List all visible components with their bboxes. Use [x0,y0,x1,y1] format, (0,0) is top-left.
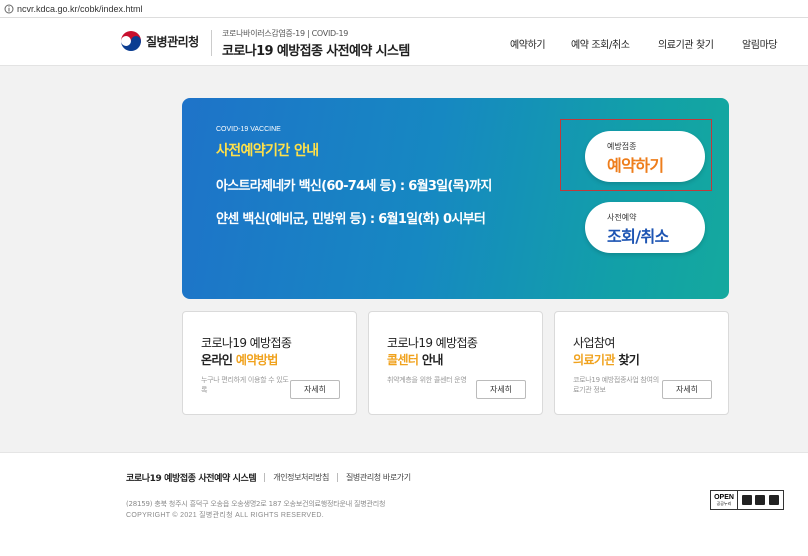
query-button-label: 조회/취소 [607,227,669,246]
kogl-marks [738,491,783,509]
reserve-button[interactable]: 예방접종 예약하기 [585,131,705,182]
card-title-highlight: 의료기관 [573,353,615,367]
card-title-tail: 안내 [418,353,444,367]
card-detail-button[interactable]: 자세히 [290,380,340,399]
privacy-policy-link[interactable]: 개인정보처리방침 [273,472,329,483]
card-description: 코로나19 예방접종사업 참여의료기관 정보 [573,376,659,394]
system-subtitle: 코로나바이러스감염증-19 | COVID-19 [222,29,349,38]
footer-divider [264,473,266,482]
card-online-reservation: 코로나19 예방접종 온라인 예약방법 누구나 편리하게 이용할 수 있도록 자… [182,311,357,415]
query-cancel-button[interactable]: 사전예약 조회/취소 [585,202,705,253]
card-title-line2: 온라인 예약방법 [201,351,278,368]
nav-reserve[interactable]: 예약하기 [510,36,546,51]
no-derivatives-icon [769,495,780,505]
nav-query-cancel[interactable]: 예약 조회/취소 [571,36,630,51]
footer-system-name: 코로나19 예방접종 사전예약 시스템 [126,474,257,484]
card-title-line1: 코로나19 예방접종 [387,336,478,350]
banner-eyebrow: COVID-19 VACCINE [216,126,281,133]
card-title-bold: 온라인 [201,353,236,367]
reserve-button-sub: 예방접종 [607,142,637,151]
footer-links: 코로나19 예방접종 사전예약 시스템 개인정보처리방침 질병관리청 바로가기 [126,471,411,484]
kdca-logo[interactable]: 질병관리청 [120,30,199,52]
card-title-line1: 사업참여 [573,336,615,350]
card-detail-button[interactable]: 자세히 [662,380,712,399]
header-divider [211,30,212,56]
card-description: 누구나 편리하게 이용할 수 있도록 [201,376,289,394]
card-title-line1: 코로나19 예방접종 [201,336,292,350]
card-call-center: 코로나19 예방접종 콜센터 안내 취약계층을 위한 콜센터 운영 자세히 [368,311,543,415]
site-footer: 코로나19 예방접종 사전예약 시스템 개인정보처리방침 질병관리청 바로가기 … [0,452,808,556]
card-find-hospital: 사업참여 의료기관 찾기 코로나19 예방접종사업 참여의료기관 정보 자세히 [554,311,729,415]
card-title-tail: 찾기 [614,353,640,367]
card-title-highlight: 콜센터 [387,353,419,367]
kogl-open-label: OPEN 공공누리 [711,491,738,509]
taegeuk-emblem-icon [121,31,141,51]
card-title-highlight: 예약방법 [235,353,278,367]
noncommercial-icon [755,495,766,505]
footer-copyright: COPYRIGHT © 2021 질병관리청 ALL RIGHTS RESERV… [126,512,324,519]
footer-divider [336,473,338,482]
browser-address-bar[interactable]: ncvr.kdca.go.kr/cobk/index.html [0,0,808,18]
card-title-line2: 콜센터 안내 [387,351,443,368]
card-description: 취약계층을 위한 콜센터 운영 [387,376,467,384]
kogl-label: OPEN [714,493,734,501]
url-text: ncvr.kdca.go.kr/cobk/index.html [17,3,143,14]
kdca-homepage-link[interactable]: 질병관리청 바로가기 [346,472,411,483]
system-title[interactable]: 코로나19 예방접종 사전예약 시스템 [222,40,410,59]
banner-headline: 사전예약기간 안내 [216,143,319,159]
attribution-icon [741,495,752,505]
kogl-open-license-badge[interactable]: OPEN 공공누리 [710,490,784,510]
banner-astrazeneca-info: 아스트라제네카 백신(60-74세 등) : 6월3일(목)까지 [216,179,492,194]
org-name: 질병관리청 [146,34,199,49]
card-detail-button[interactable]: 자세히 [476,380,526,399]
nav-notice[interactable]: 알림마당 [742,36,778,51]
nav-find-hospital[interactable]: 의료기관 찾기 [658,36,714,51]
banner-janssen-info: 얀센 백신(예비군, 민방위 등) : 6월1일(화) 0시부터 [216,212,486,227]
card-title-line2: 의료기관 찾기 [573,351,640,368]
footer-address: (28159) 충북 청주시 흥덕구 오송읍 오송생명2로 187 오송보건의료… [126,500,386,508]
site-header: 질병관리청 코로나바이러스감염증-19 | COVID-19 코로나19 예방접… [0,18,808,66]
reserve-button-label: 예약하기 [607,156,664,175]
page-info-icon[interactable] [4,4,14,14]
kogl-sub: 공공누리 [716,500,732,506]
query-button-sub: 사전예약 [607,213,637,222]
main-banner: COVID-19 VACCINE 사전예약기간 안내 아스트라제네카 백신(60… [182,98,729,299]
